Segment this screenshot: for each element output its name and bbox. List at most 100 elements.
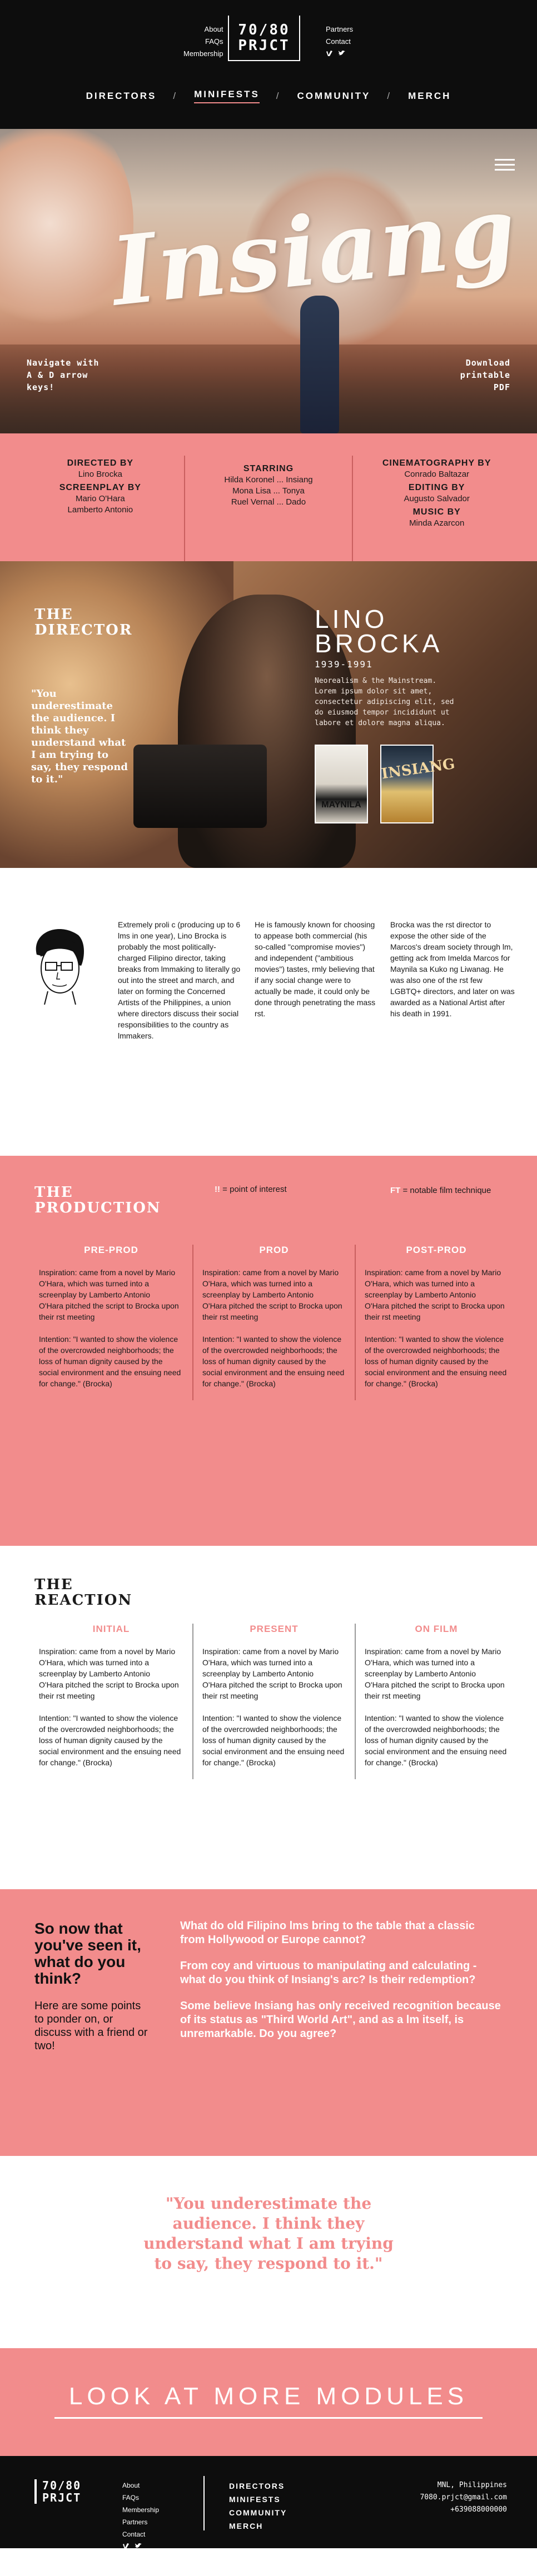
credit-label: EDITING BY	[408, 483, 465, 492]
discussion-heading: So now that you've seen it, what do you …	[34, 1920, 141, 1987]
footer-faqs-link[interactable]: FAQs	[122, 2492, 159, 2504]
reaction-intention: Intention: "I wanted to show the violenc…	[39, 1714, 181, 1767]
nav-directors[interactable]: DIRECTORS	[86, 91, 157, 102]
legend-mark: FT	[390, 1186, 401, 1195]
footer-partners-link[interactable]: Partners	[122, 2516, 159, 2528]
discussion-questions: What do old Filipino lms bring to the ta…	[180, 1919, 503, 2053]
reaction-title: PRESENT	[250, 1624, 299, 1634]
quote-text: "You underestimate the audience. I think…	[143, 2194, 394, 2273]
reaction-section: THE REACTION INITIAL Inspiration: came f…	[0, 1546, 537, 1889]
legend-text: = point of interest	[222, 1185, 287, 1194]
heading-line: PRODUCTION	[34, 1200, 161, 1216]
insiang-poster[interactable]: INSIANG	[380, 745, 456, 823]
nav-separator: /	[387, 91, 392, 101]
legend-film-technique: FT = notable film technique	[390, 1185, 501, 1197]
nav-separator: /	[173, 91, 178, 101]
hint-line: A & D arrow	[27, 370, 88, 380]
credit-value: Augusto Salvador	[404, 494, 470, 503]
credit-value: Lamberto Antonio	[67, 505, 133, 515]
heading-line: THE	[34, 606, 73, 623]
heading-line: REACTION	[34, 1592, 133, 1609]
nav-merch[interactable]: MERCH	[408, 91, 451, 102]
header-left-links: About FAQs Membership	[183, 23, 223, 60]
reaction-intention: Intention: "I wanted to show the violenc…	[202, 1714, 345, 1767]
more-modules-cta[interactable]: LOOK AT MORE MODULES	[0, 2348, 537, 2456]
nav-community[interactable]: COMMUNITY	[297, 91, 371, 102]
membership-link[interactable]: Membership	[183, 48, 223, 60]
reaction-columns: INITIAL Inspiration: came from a novel b…	[0, 1624, 537, 1779]
footer-nav-directors[interactable]: DIRECTORS	[229, 2479, 287, 2493]
credit-label: MUSIC BY	[412, 507, 461, 517]
nav-minifests[interactable]: MINIFESTS	[194, 89, 260, 103]
director-camera	[133, 745, 267, 828]
footer-nav-minifests[interactable]: MINIFESTS	[229, 2493, 287, 2506]
footer-logo[interactable]: 70/80 PRJCT	[34, 2479, 81, 2504]
reaction-column-present: PRESENT Inspiration: came from a novel b…	[192, 1624, 355, 1779]
footer-nav-community[interactable]: COMMUNITY	[229, 2506, 287, 2519]
site-footer: 70/80 PRJCT About FAQs Membership Partne…	[0, 2456, 537, 2549]
hint-line: Navigate with	[27, 358, 100, 368]
maynila-poster[interactable]: MAYNILA	[315, 745, 368, 823]
footer-email[interactable]: 7080.prjct@gmail.com	[420, 2492, 507, 2504]
footer-membership-link[interactable]: Membership	[122, 2504, 159, 2516]
site-logo[interactable]: 70/80 PRJCT	[228, 16, 300, 61]
heading-line: THE	[34, 1576, 73, 1593]
name-line: BROCKA	[315, 629, 443, 658]
about-link[interactable]: About	[183, 23, 223, 36]
credit-value: Ruel Vernal ... Dado	[231, 497, 306, 507]
twitter-icon[interactable]	[135, 2542, 142, 2554]
director-quote: "You underestimate the audience. I think…	[31, 688, 128, 785]
faqs-link[interactable]: FAQs	[183, 36, 223, 48]
legend-point-of-interest: !! = point of interest	[215, 1185, 287, 1194]
heading-line: THE	[34, 1184, 73, 1201]
download-pdf-link[interactable]: Download printable PDF	[460, 357, 510, 393]
footer-phone[interactable]: +639088000000	[420, 2504, 507, 2516]
logo-line1: 70/80	[42, 2479, 82, 2492]
production-heading: THE PRODUCTION	[34, 1185, 161, 1216]
phase-title: PROD	[259, 1245, 289, 1255]
legend-mark: !!	[215, 1185, 220, 1194]
phase-intention: Intention: "I wanted to show the violenc…	[39, 1335, 181, 1388]
footer-about-link[interactable]: About	[122, 2479, 159, 2492]
partners-link[interactable]: Partners	[326, 23, 353, 36]
poster-title: INSIANG	[380, 756, 456, 783]
discussion-intro: So now that you've seen it, what do you …	[34, 1920, 151, 2053]
footer-nav: DIRECTORS MINIFESTS COMMUNITY MERCH	[229, 2479, 287, 2533]
phase-inspiration: Inspiration: came from a novel by Mario …	[39, 1268, 179, 1321]
closing-quote: "You underestimate the audience. I think…	[0, 2183, 537, 2348]
director-name: LINO BROCKA	[315, 606, 443, 658]
vimeo-icon[interactable]	[122, 2542, 130, 2554]
film-title: Insiang	[106, 174, 522, 328]
logo-line2: PRJCT	[42, 2491, 82, 2504]
credit-value: Minda Azarcon	[409, 518, 465, 528]
phase-column-prod: PROD Inspiration: came from a novel by M…	[192, 1245, 355, 1400]
footer-divider	[203, 2476, 205, 2530]
contact-link[interactable]: Contact	[326, 36, 353, 48]
footer-contact-link[interactable]: Contact	[122, 2528, 159, 2540]
menu-icon[interactable]	[495, 156, 515, 174]
social-links	[326, 49, 353, 57]
logo-line1: 70/80	[238, 22, 290, 38]
reaction-title: ON FILM	[415, 1624, 458, 1634]
legend-text: = notable film technique	[402, 1186, 491, 1195]
reaction-column-on-film: ON FILM Inspiration: came from a novel b…	[355, 1624, 517, 1779]
more-modules-label[interactable]: LOOK AT MORE MODULES	[0, 2383, 537, 2410]
discussion-question: What do old Filipino lms bring to the ta…	[180, 1920, 475, 1946]
credit-value: Hilda Koronel ... Insiang	[224, 475, 313, 485]
header-right-links: Partners Contact	[326, 23, 353, 57]
pdf-line: printable	[460, 370, 510, 380]
credit-label: DIRECTED BY	[67, 458, 134, 468]
hero-banner: Insiang Navigate with A & D arrow keys! …	[0, 129, 537, 433]
credits-crew: CINEMATOGRAPHY BY Conrado Baltazar EDITI…	[352, 456, 520, 561]
footer-nav-merch[interactable]: MERCH	[229, 2519, 287, 2533]
bio-paragraph: He is famously known for choosing to app…	[255, 920, 376, 1018]
phase-column-post-prod: POST-PROD Inspiration: came from a novel…	[355, 1245, 517, 1400]
bio-paragraph: Extremely proli c (producing up to 6 lms…	[118, 920, 241, 1040]
discussion-subtext: Here are some points to ponder on, or di…	[34, 2000, 148, 2052]
twitter-icon[interactable]	[338, 49, 346, 57]
phase-column-pre-prod: PRE-PROD Inspiration: came from a novel …	[30, 1245, 192, 1400]
vimeo-icon[interactable]	[326, 49, 334, 57]
footer-contact: MNL, Philippines 7080.prjct@gmail.com +6…	[420, 2479, 507, 2516]
credits-cast: STARRING Hilda Koronel ... Insiang Mona …	[183, 456, 352, 561]
hint-line: keys!	[27, 382, 55, 392]
